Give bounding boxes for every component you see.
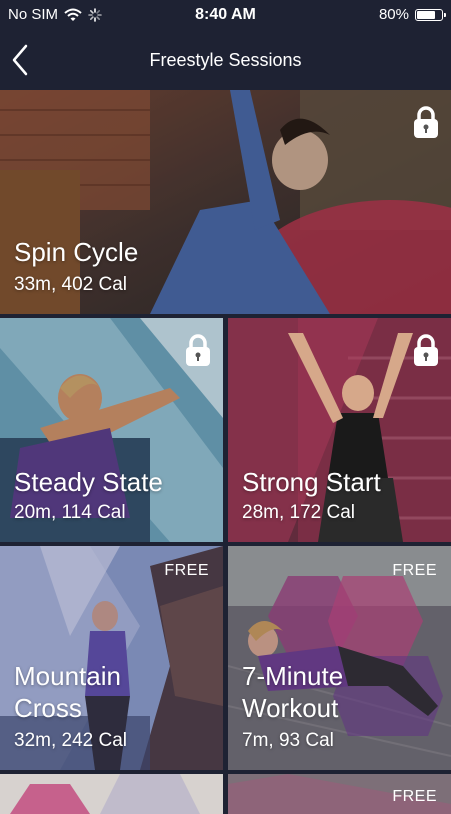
session-title: 7-Minute Workout [242, 661, 344, 723]
session-meta: 7m, 93 Cal [242, 730, 334, 751]
session-title: Mountain Cross [14, 661, 121, 723]
session-card-7-minute-workout[interactable]: FREE 7-Minute Workout 7m, 93 Cal [228, 546, 451, 770]
session-card-partial-left[interactable] [0, 774, 223, 814]
battery-fill [417, 10, 436, 19]
session-card-steady-state[interactable]: Steady State 20m, 114 Cal [0, 318, 223, 542]
lock-icon [414, 106, 438, 138]
battery-percent: 80% [378, 6, 409, 23]
session-card-mountain-cross[interactable]: FREE Mountain Cross 32m, 242 Cal [0, 546, 223, 770]
free-badge: FREE [164, 562, 209, 579]
status-right: 80% [378, 6, 446, 23]
free-badge: FREE [392, 788, 437, 805]
session-meta: 32m, 242 Cal [14, 730, 128, 751]
session-photo [0, 774, 223, 814]
session-title: Strong Start [242, 467, 381, 497]
session-card-partial-right[interactable]: FREE [228, 774, 451, 814]
nav-bar: Freestyle Sessions [0, 30, 451, 90]
session-card-strong-start[interactable]: Strong Start 28m, 172 Cal [228, 318, 451, 542]
free-badge: FREE [392, 562, 437, 579]
session-meta: 20m, 114 Cal [14, 502, 126, 523]
session-card-spin-cycle[interactable]: Spin Cycle 33m, 402 Cal [0, 90, 451, 314]
lock-icon [414, 334, 438, 366]
page-title: Freestyle Sessions [149, 50, 302, 70]
status-bar: No SIM 8:40 AM 80% [0, 0, 451, 30]
session-title: Steady State [14, 467, 163, 497]
session-title: Spin Cycle [14, 237, 139, 267]
lock-icon [186, 334, 210, 366]
session-meta: 33m, 402 Cal [14, 274, 128, 295]
session-meta: 28m, 172 Cal [242, 502, 356, 523]
battery-icon [415, 8, 446, 21]
